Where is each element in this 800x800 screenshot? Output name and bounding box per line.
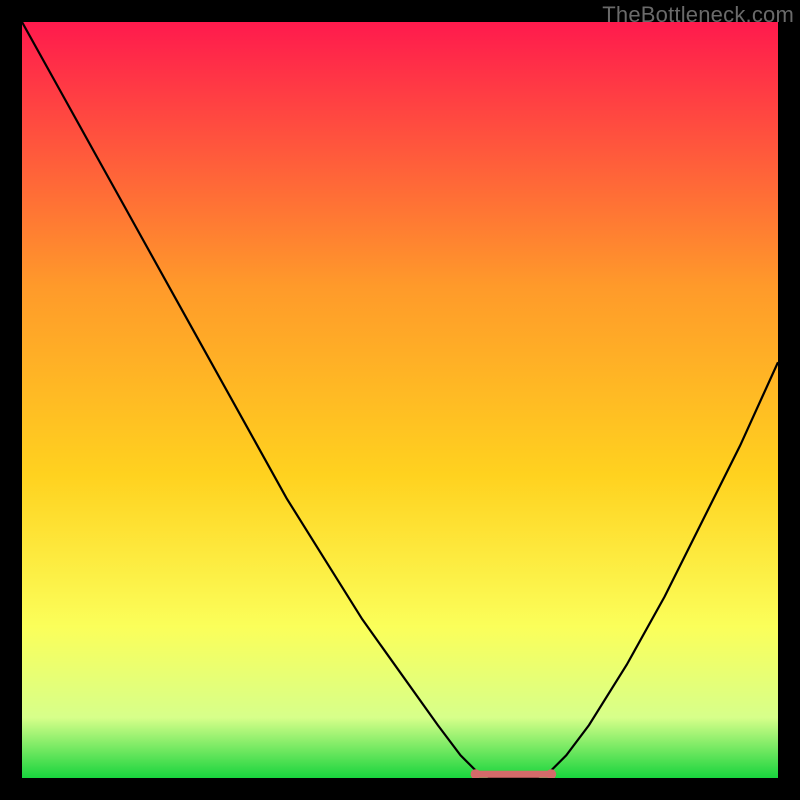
- trough-endpoint-left: [471, 769, 481, 778]
- trough-endpoint-right: [546, 769, 556, 778]
- chart-frame: TheBottleneck.com: [0, 0, 800, 800]
- plot-area: [22, 22, 778, 778]
- curve-layer: [22, 22, 778, 778]
- bottleneck-curve: [22, 22, 778, 778]
